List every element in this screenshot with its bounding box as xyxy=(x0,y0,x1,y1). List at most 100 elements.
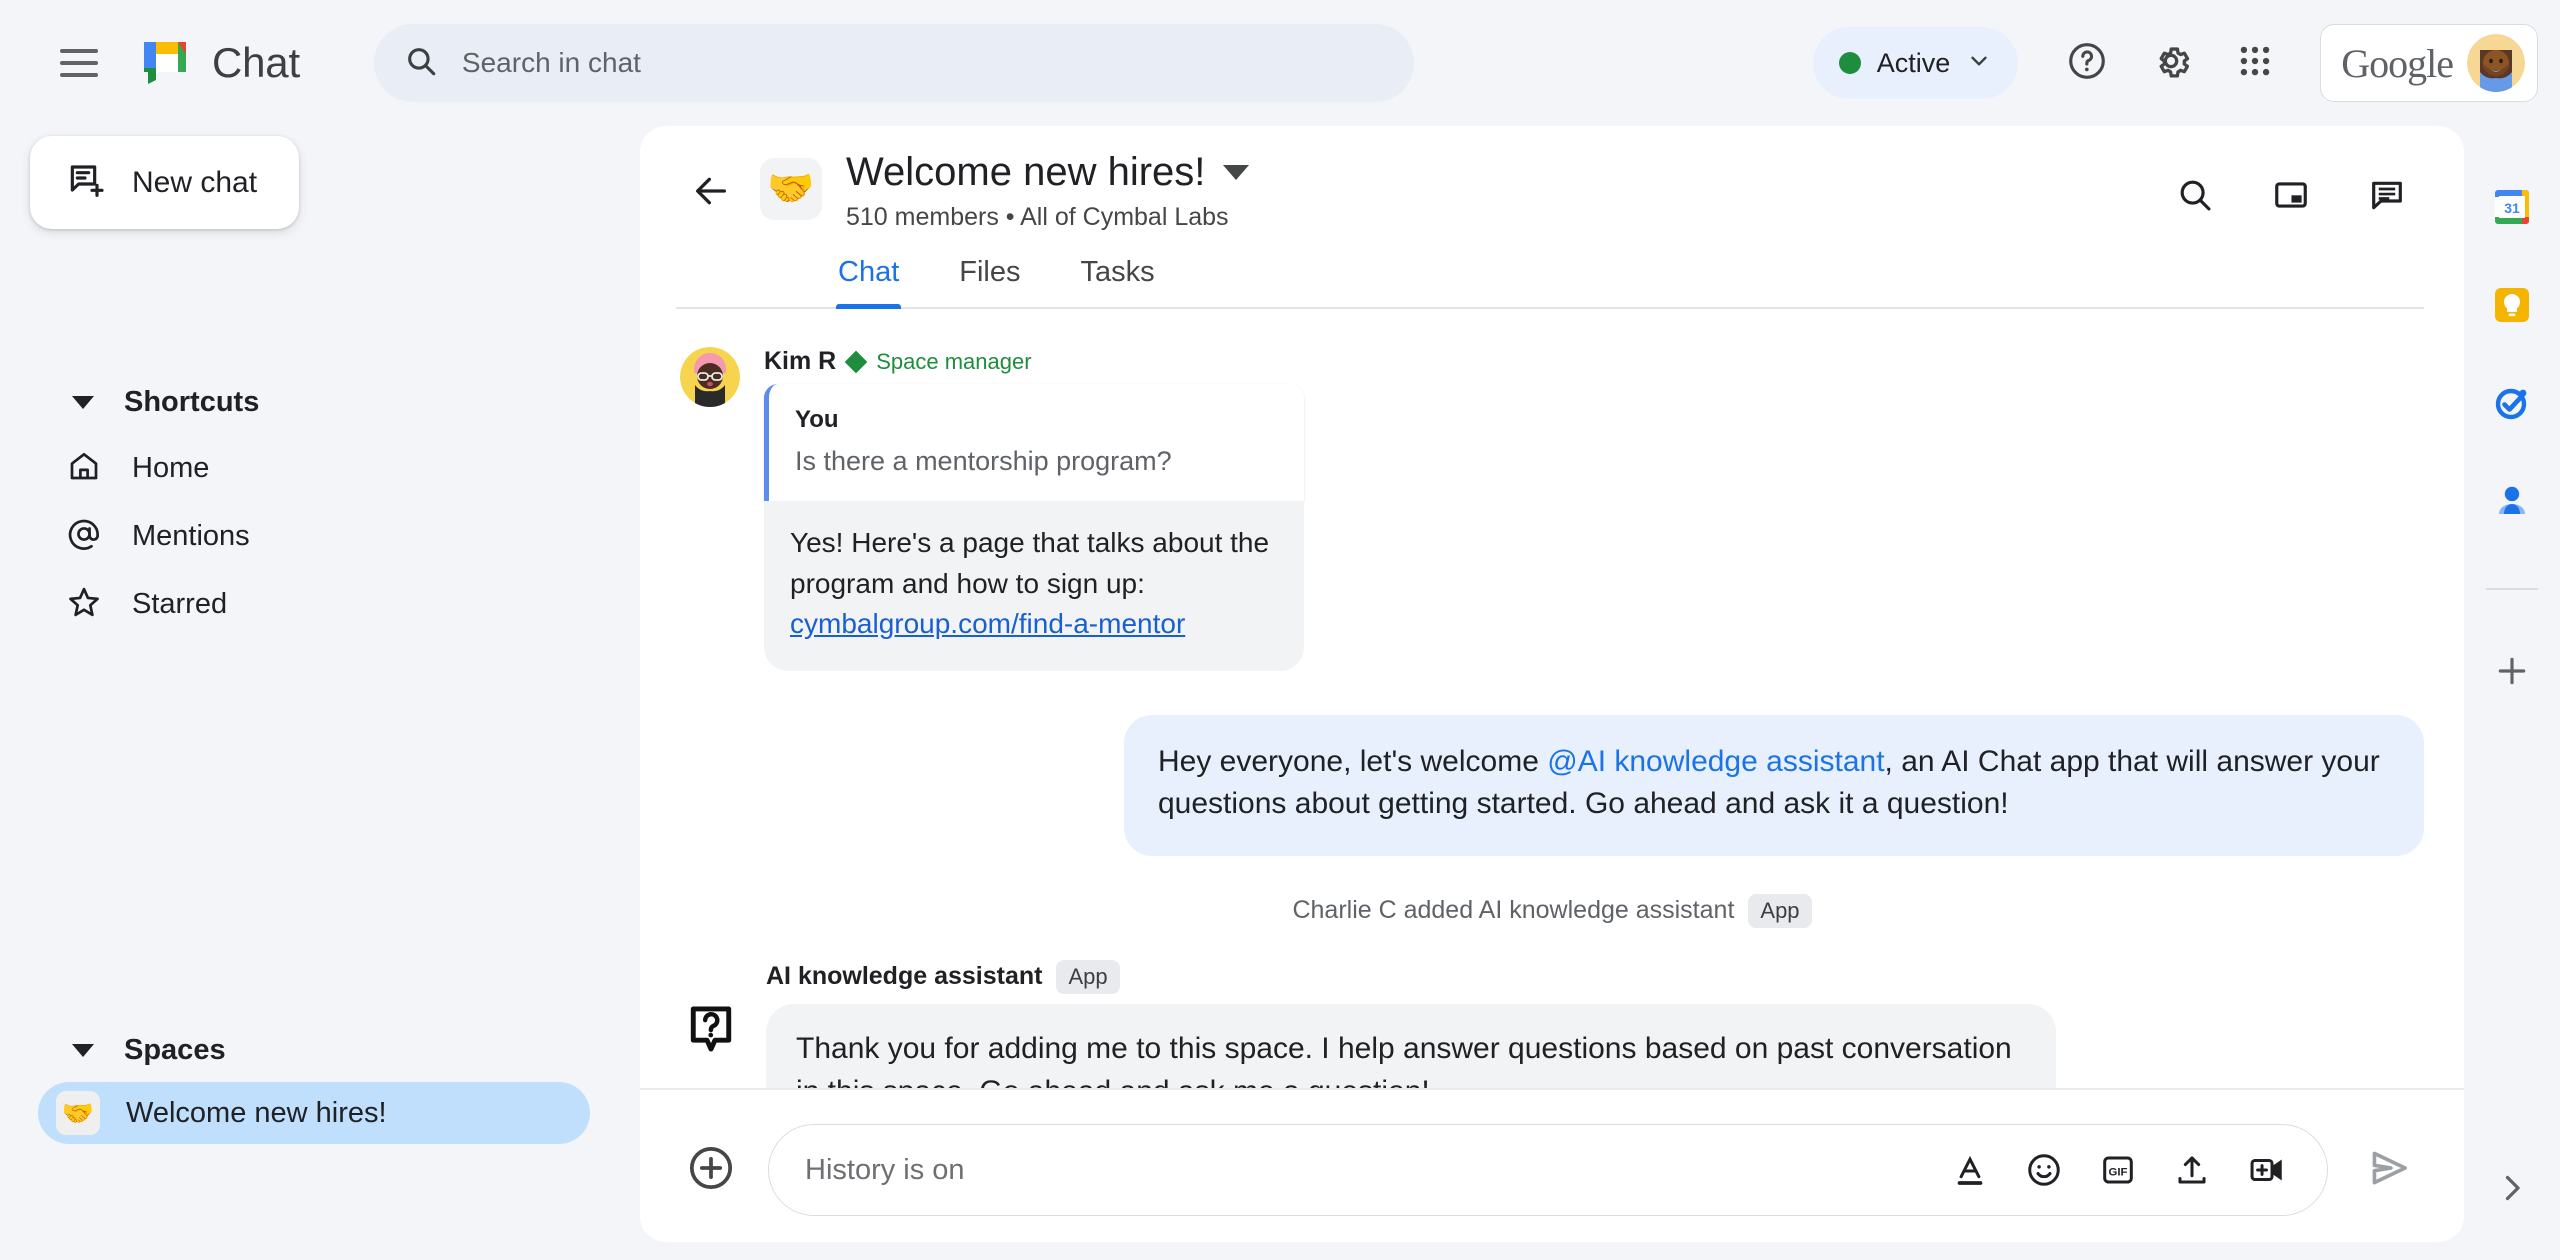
sidebar-item-home[interactable]: Home xyxy=(0,434,600,502)
space-manager-diamond-icon xyxy=(844,350,868,373)
app-badge: App xyxy=(1056,959,1120,994)
sidebar-item-mentions[interactable]: Mentions xyxy=(0,502,600,570)
new-chat-button[interactable]: New chat xyxy=(30,136,300,229)
gif-button[interactable]: GIF xyxy=(2091,1143,2145,1197)
back-button[interactable] xyxy=(676,158,746,228)
message-input[interactable]: History is on GIF xyxy=(768,1124,2328,1216)
space-avatar: 🤝 xyxy=(760,158,822,220)
sidebar-item-label: Mentions xyxy=(132,519,250,552)
message-bubble-ai: Thank you for adding me to this space. I… xyxy=(766,1003,2056,1088)
message-row-ai-assistant: AI knowledge assistant App Thank you for… xyxy=(680,959,2424,1088)
search-input[interactable]: Search in chat xyxy=(373,24,1414,102)
tasks-check-icon xyxy=(2488,379,2536,432)
account-switcher[interactable]: Google xyxy=(2320,24,2538,102)
spaces-header[interactable]: Spaces xyxy=(0,1018,640,1082)
google-contacts-button[interactable] xyxy=(2487,478,2537,528)
space-title-block: Welcome new hires! 510 members • All of … xyxy=(846,150,2158,232)
search-in-space-button[interactable] xyxy=(2158,160,2232,234)
svg-text:31: 31 xyxy=(2504,200,2520,216)
page-title: Welcome new hires! xyxy=(846,150,1206,194)
composer-placeholder: History is on xyxy=(805,1153,965,1186)
caret-down-icon xyxy=(72,1043,94,1057)
ai-assistant-name: AI knowledge assistant xyxy=(766,962,1043,991)
right-rail: 31 xyxy=(2464,126,2560,1260)
hamburger-menu-icon[interactable] xyxy=(48,32,110,94)
calendar-icon: 31 xyxy=(2488,183,2536,236)
expand-rail-button[interactable] xyxy=(2484,1162,2540,1218)
status-selector[interactable]: Active xyxy=(1812,27,2019,99)
shortcuts-title: Shortcuts xyxy=(124,385,260,418)
search-container: Search in chat xyxy=(373,24,1414,102)
tab-tasks[interactable]: Tasks xyxy=(1051,256,1185,307)
svg-text:GIF: GIF xyxy=(2109,1166,2128,1178)
chevron-right-icon xyxy=(2494,1170,2530,1211)
sidebar-item-welcome-new-hires[interactable]: 🤝 Welcome new hires! xyxy=(38,1082,590,1144)
question-bubble-icon xyxy=(680,998,742,1060)
avatar[interactable] xyxy=(2467,34,2525,92)
google-chat-window: Chat Search in chat Active Google New ch… xyxy=(0,0,2560,1260)
add-app-button[interactable] xyxy=(2487,648,2537,698)
keep-bulb-icon xyxy=(2488,281,2536,334)
send-button[interactable] xyxy=(2354,1135,2424,1205)
tab-files[interactable]: Files xyxy=(929,256,1050,307)
search-placeholder: Search in chat xyxy=(461,47,641,78)
new-chat-label: New chat xyxy=(132,165,258,199)
home-icon xyxy=(66,448,102,489)
format-text-button[interactable] xyxy=(1943,1143,1997,1197)
message-bubble-reply: Yes! Here's a page that talks about the … xyxy=(764,501,1304,671)
spaces-section: Spaces 🤝 Welcome new hires! xyxy=(0,1018,640,1144)
toggle-thread-panel-button[interactable] xyxy=(2350,160,2424,234)
contacts-person-icon xyxy=(2488,477,2536,530)
space-header-actions xyxy=(2158,160,2424,234)
system-event-text: Charlie C added AI knowledge assistant xyxy=(1292,896,1735,925)
star-icon xyxy=(66,584,102,625)
chevron-down-icon[interactable] xyxy=(1223,165,1250,180)
sidebar-item-starred[interactable]: Starred xyxy=(0,570,600,638)
google-tasks-button[interactable] xyxy=(2487,380,2537,430)
google-calendar-button[interactable]: 31 xyxy=(2487,184,2537,234)
message-bubble-welcome: Hey everyone, let's welcome @AI knowledg… xyxy=(1124,714,2424,856)
left-sidebar: New chat Shortcuts Home Mentions Starred… xyxy=(0,126,640,1260)
open-in-pip-button[interactable] xyxy=(2254,160,2328,234)
plus-icon xyxy=(2492,651,2532,696)
message-author: Kim R xyxy=(764,347,837,375)
send-icon xyxy=(2366,1145,2412,1196)
space-header: 🤝 Welcome new hires! 510 members • All o… xyxy=(640,126,2464,309)
reply-text: Yes! Here's a page that talks about the … xyxy=(790,527,1270,599)
google-keep-button[interactable] xyxy=(2487,282,2537,332)
main-content: 🤝 Welcome new hires! 510 members • All o… xyxy=(640,126,2464,1260)
mention-ai-knowledge-assistant[interactable]: @AI knowledge assistant xyxy=(1547,745,1884,778)
tab-chat[interactable]: Chat xyxy=(808,256,929,309)
sidebar-item-label: Home xyxy=(132,451,210,484)
quoted-message-card[interactable]: You Is there a mentorship program? xyxy=(764,384,1304,501)
emoji-button[interactable] xyxy=(2017,1143,2071,1197)
avatar xyxy=(680,347,740,407)
top-bar: Chat Search in chat Active Google xyxy=(0,0,2560,126)
google-wordmark: Google xyxy=(2341,40,2454,86)
google-apps-button[interactable] xyxy=(2218,26,2292,100)
top-bar-right: Active Google xyxy=(1812,24,2538,102)
ai-message-content: AI knowledge assistant App Thank you for… xyxy=(766,959,2056,1088)
upload-file-button[interactable] xyxy=(2165,1143,2219,1197)
search-icon xyxy=(2176,176,2214,219)
quote-text: Is there a mentorship program? xyxy=(795,446,1172,476)
google-chat-logo-icon xyxy=(140,38,190,88)
back-arrow-icon xyxy=(691,171,731,216)
mentor-link[interactable]: cymbalgroup.com/find-a-mentor xyxy=(790,608,1185,639)
role-badge: Space manager xyxy=(876,348,1032,374)
add-attachment-button[interactable] xyxy=(680,1139,742,1201)
space-emoji-icon: 🤝 xyxy=(56,1091,100,1135)
new-chat-icon xyxy=(66,160,106,205)
help-button[interactable] xyxy=(2050,26,2124,100)
message-content: Kim R Space manager You Is there a mento… xyxy=(764,347,1304,671)
gear-icon xyxy=(2149,39,2193,88)
chat-bubble-icon xyxy=(2368,176,2406,219)
status-dot-icon xyxy=(1838,52,1861,74)
message-list: Kim R Space manager You Is there a mento… xyxy=(640,309,2464,1088)
shortcuts-header[interactable]: Shortcuts xyxy=(0,370,640,434)
add-video-meeting-button[interactable] xyxy=(2239,1143,2293,1197)
system-event-row: Charlie C added AI knowledge assistant A… xyxy=(680,893,2424,928)
app-brand: Chat xyxy=(140,38,300,88)
settings-button[interactable] xyxy=(2134,26,2208,100)
rail-divider xyxy=(2486,588,2538,590)
